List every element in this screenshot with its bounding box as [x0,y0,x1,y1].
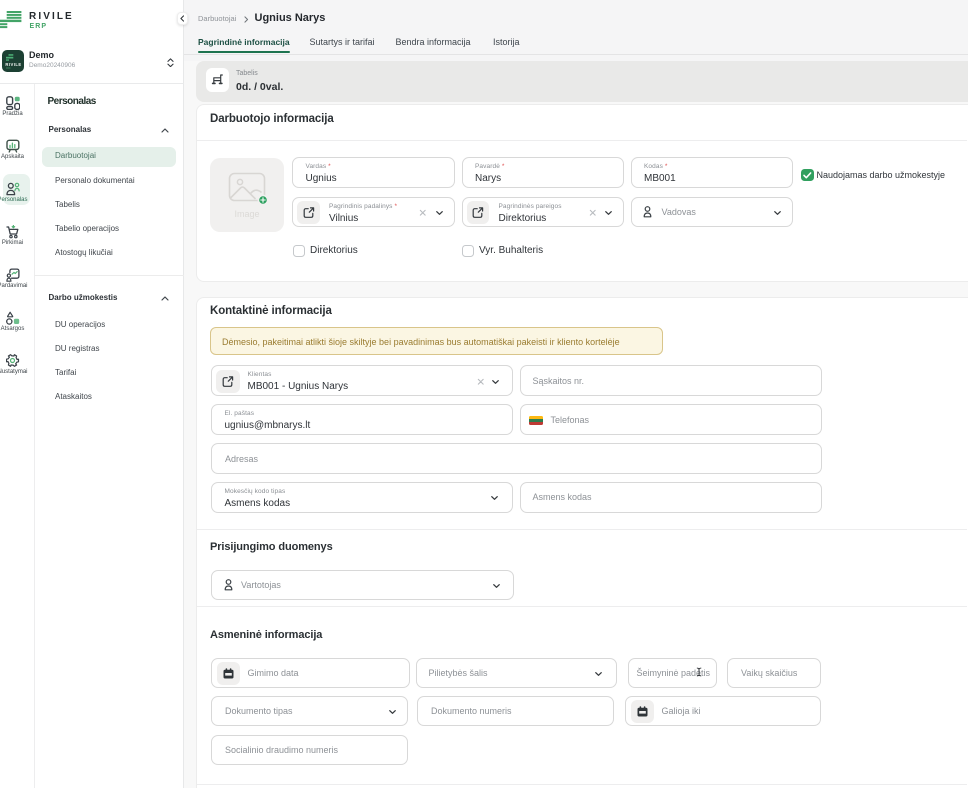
svg-text:RIVILE: RIVILE [5,62,21,67]
